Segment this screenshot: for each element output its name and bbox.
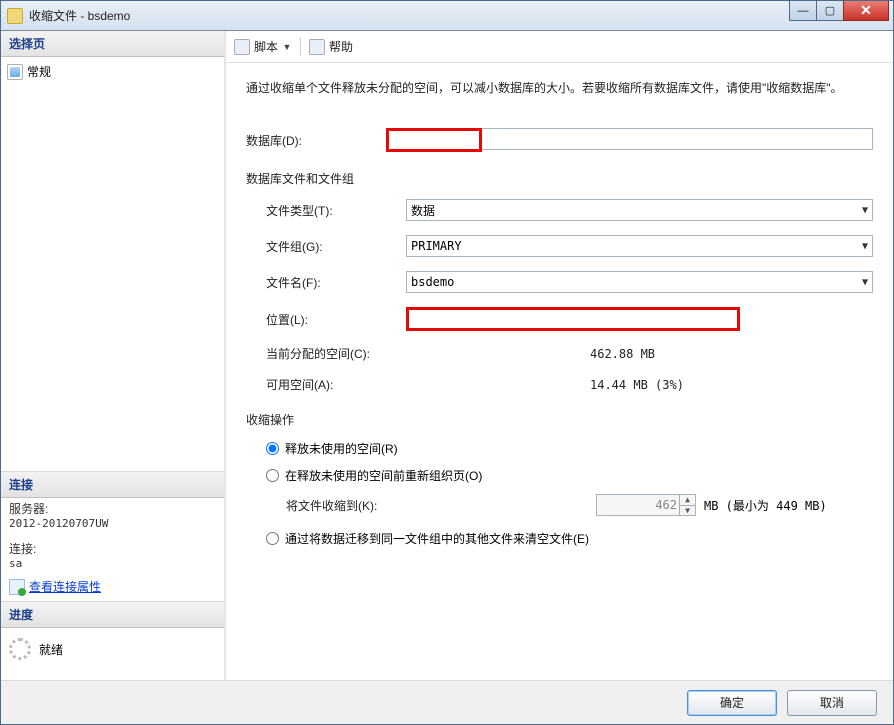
help-icon (309, 39, 325, 55)
files-section-title: 数据库文件和文件组 (246, 170, 873, 187)
radio-empty-file-input[interactable] (266, 532, 279, 545)
available-label: 可用空间(A): (246, 376, 406, 393)
minimize-button[interactable]: — (789, 1, 817, 21)
shrink-to-hint: MB (最小为 449 MB) (704, 497, 827, 514)
description-text: 通过收缩单个文件释放未分配的空间，可以减小数据库的大小。若要收缩所有数据库文件，… (246, 79, 873, 98)
shrink-options: 释放未使用的空间(R) 在释放未使用的空间前重新组织页(O) 将文件收缩到(K)… (246, 440, 873, 547)
filetype-label: 文件类型(T): (246, 202, 406, 219)
spin-down-icon[interactable]: ▼ (680, 506, 695, 516)
spin-up-icon[interactable]: ▲ (680, 495, 695, 506)
connection-header: 连接 (1, 472, 224, 498)
app-icon (7, 8, 23, 24)
filename-label: 文件名(F): (246, 274, 406, 291)
shrink-action-title: 收缩操作 (246, 411, 873, 428)
radio-reorganize-label: 在释放未使用的空间前重新组织页(O) (285, 467, 482, 484)
shrink-to-spinbox[interactable]: 462 ▲ ▼ (596, 494, 696, 516)
location-label: 位置(L): (246, 311, 406, 328)
page-general[interactable]: 常规 (7, 61, 218, 82)
database-input-remainder[interactable] (482, 128, 873, 150)
allocated-label: 当前分配的空间(C): (246, 345, 406, 362)
script-icon (234, 39, 250, 55)
right-panel: 脚本 ▼ 帮助 通过收缩单个文件释放未分配的空间，可以减小数据库的大小。若要收缩… (226, 31, 893, 680)
script-button[interactable]: 脚本 (254, 38, 278, 55)
filegroup-value: PRIMARY (411, 239, 462, 253)
properties-icon (9, 579, 25, 595)
view-connection-properties[interactable]: 查看连接属性 (1, 572, 224, 601)
dialog-body: 选择页 常规 连接 服务器: 2012-20120707UW 连接: sa (1, 31, 893, 680)
database-input[interactable] (386, 128, 482, 152)
left-panel: 选择页 常规 连接 服务器: 2012-20120707UW 连接: sa (1, 31, 226, 680)
filetype-value: 数据 (411, 202, 435, 219)
maximize-button[interactable]: ▢ (816, 1, 844, 21)
radio-release-unused[interactable]: 释放未使用的空间(R) (266, 440, 873, 457)
filename-combo[interactable]: bsdemo ▼ (406, 271, 873, 293)
script-dropdown-icon[interactable]: ▼ (282, 42, 292, 52)
connection-label: 连接: (9, 540, 216, 557)
window-title: 收缩文件 - bsdemo (29, 7, 893, 24)
connection-section: 连接 服务器: 2012-20120707UW 连接: sa 查看连接属性 (1, 471, 224, 601)
filegroup-label: 文件组(G): (246, 238, 406, 255)
radio-empty-file-label: 通过将数据迁移到同一文件组中的其他文件来清空文件(E) (285, 530, 589, 547)
database-label: 数据库(D): (246, 132, 386, 149)
view-connection-properties-link[interactable]: 查看连接属性 (29, 576, 101, 597)
select-page-header: 选择页 (1, 31, 224, 57)
server-value: 2012-20120707UW (9, 517, 216, 530)
shrink-to-label: 将文件收缩到(K): (286, 497, 426, 514)
close-button[interactable]: ✕ (843, 1, 889, 21)
ok-button[interactable]: 确定 (687, 690, 777, 716)
available-value: 14.44 MB (3%) (586, 378, 684, 392)
page-tree: 常规 (1, 57, 224, 86)
radio-reorganize[interactable]: 在释放未使用的空间前重新组织页(O) (266, 467, 873, 484)
radio-reorganize-input[interactable] (266, 469, 279, 482)
progress-header: 进度 (1, 602, 224, 628)
progress-status: 就绪 (39, 641, 63, 658)
dropdown-arrow-icon: ▼ (862, 205, 868, 216)
progress-spinner-icon (9, 638, 31, 660)
radio-release-unused-label: 释放未使用的空间(R) (285, 440, 398, 457)
shrink-to-value: 462 (655, 498, 677, 512)
filegroup-combo[interactable]: PRIMARY ▼ (406, 235, 873, 257)
connection-value: sa (9, 557, 216, 570)
spin-buttons[interactable]: ▲ ▼ (679, 495, 695, 515)
allocated-value: 462.88 MB (586, 347, 655, 361)
server-label: 服务器: (9, 500, 216, 517)
page-general-label: 常规 (27, 63, 51, 80)
window-buttons: — ▢ ✕ (790, 1, 889, 21)
dropdown-arrow-icon: ▼ (862, 277, 868, 288)
help-button[interactable]: 帮助 (329, 38, 353, 55)
titlebar: 收缩文件 - bsdemo — ▢ ✕ (1, 1, 893, 31)
radio-empty-file[interactable]: 通过将数据迁移到同一文件组中的其他文件来清空文件(E) (266, 530, 873, 547)
main-content: 通过收缩单个文件释放未分配的空间，可以减小数据库的大小。若要收缩所有数据库文件，… (226, 63, 893, 680)
toolbar: 脚本 ▼ 帮助 (226, 31, 893, 63)
location-input[interactable] (406, 307, 740, 331)
filetype-combo[interactable]: 数据 ▼ (406, 199, 873, 221)
page-icon (7, 64, 23, 80)
radio-release-unused-input[interactable] (266, 442, 279, 455)
dropdown-arrow-icon: ▼ (862, 241, 868, 252)
dialog-window: 收缩文件 - bsdemo — ▢ ✕ 选择页 常规 连接 服务器: 2012-… (0, 0, 894, 725)
filename-value: bsdemo (411, 275, 454, 289)
toolbar-separator (300, 38, 301, 56)
button-bar: 确定 取消 (1, 680, 893, 724)
progress-section: 进度 就绪 (1, 601, 224, 680)
cancel-button[interactable]: 取消 (787, 690, 877, 716)
